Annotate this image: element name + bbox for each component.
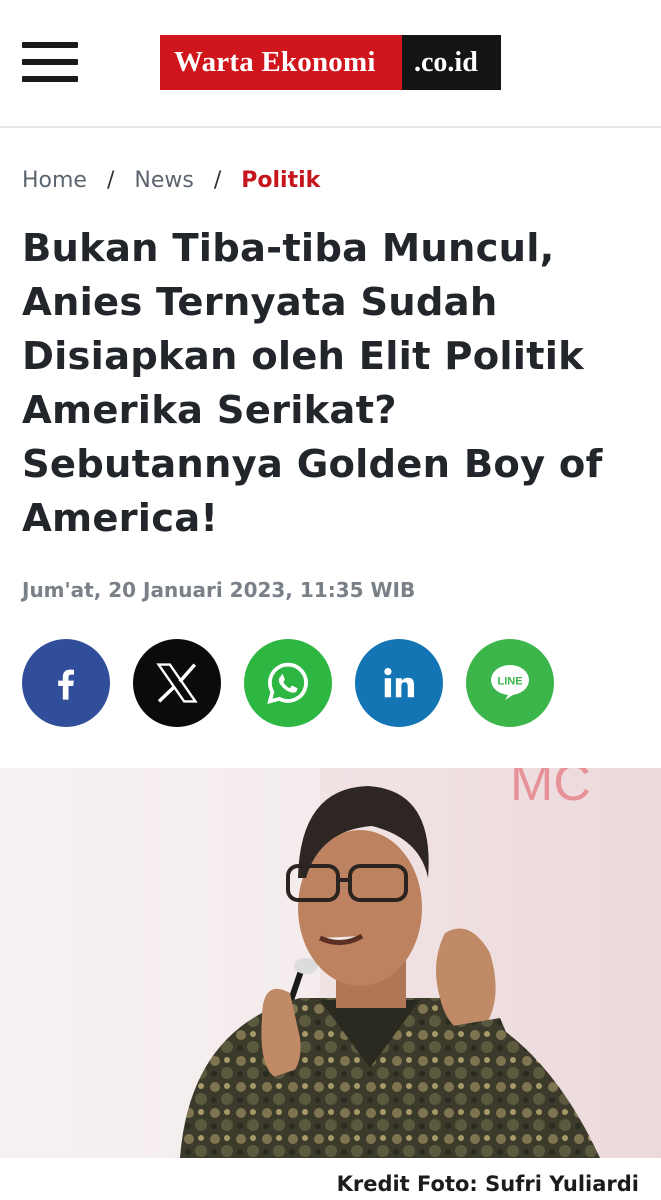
line-icon: LINE [491,665,529,700]
article-photo: MC [0,768,661,1158]
site-logo[interactable]: Warta Ekonomi .co.id [160,35,501,90]
whatsapp-share-button[interactable] [244,639,332,727]
line-share-button[interactable]: LINE [466,639,554,727]
hamburger-menu-icon[interactable] [22,42,78,82]
facebook-icon [58,669,74,700]
x-share-button[interactable] [133,639,221,727]
logo-main-text: Warta Ekonomi [160,35,402,90]
whatsapp-icon [267,662,308,704]
x-twitter-icon [156,663,198,703]
share-buttons: LINE [22,639,577,727]
breadcrumb-separator: / [106,167,115,193]
breadcrumb-separator: / [213,167,222,193]
line-icon-label: LINE [497,676,522,688]
facebook-share-button[interactable] [22,639,110,727]
site-header: Warta Ekonomi .co.id [0,0,661,128]
linkedin-share-button[interactable] [355,639,443,727]
breadcrumb-politik-link[interactable]: Politik [241,168,320,193]
svg-text:MC: MC [510,768,591,812]
logo-tld-text: .co.id [402,35,501,90]
breadcrumb: Home / News / Politik [22,164,320,196]
photo-credit: Kredit Foto: Sufri Yuliardi [336,1172,639,1196]
linkedin-icon [384,667,415,698]
breadcrumb-news-link[interactable]: News [134,168,193,193]
breadcrumb-home-link[interactable]: Home [22,168,87,193]
article-date: Jum'at, 20 Januari 2023, 11:35 WIB [22,578,416,602]
article-title: Bukan Tiba-tiba Muncul, Anies Ternyata S… [22,226,603,541]
